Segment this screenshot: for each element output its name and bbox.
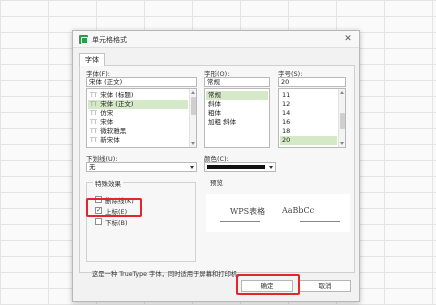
truetype-icon: TT: [90, 128, 98, 135]
dialog-title: 单元格格式: [92, 36, 127, 44]
scroll-down-icon[interactable]: [340, 142, 344, 145]
strikethrough-checkbox[interactable]: [95, 195, 102, 203]
scroll-up-icon[interactable]: [191, 91, 195, 94]
preview-box: WPS表格 AaBbCc: [206, 194, 350, 232]
chevron-down-icon: [269, 166, 273, 169]
size-list-item[interactable]: 14: [280, 109, 337, 118]
preview-baseline-right: [300, 221, 340, 222]
size-list-item-selected[interactable]: 20: [280, 136, 337, 145]
size-list-item[interactable]: 16: [280, 118, 337, 127]
font-list-item[interactable]: TT 新宋体: [88, 136, 188, 145]
preview-title: 预览: [208, 177, 225, 187]
preview-group: 预览 WPS表格 AaBbCc: [204, 177, 350, 262]
font-list-item[interactable]: TT 仿宋: [88, 109, 188, 118]
tab-font[interactable]: 字体: [79, 53, 105, 66]
preview-sample-en: AaBbCc: [282, 206, 315, 215]
cancel-button[interactable]: 取消: [299, 280, 351, 292]
style-list-item[interactable]: 斜体: [206, 100, 268, 109]
effects-group: 特殊效果 删除线(K) ✓ 上标(E) 下标(B): [86, 178, 196, 262]
scroll-down-icon[interactable]: [191, 142, 195, 145]
font-input[interactable]: 宋体 (正文): [86, 77, 197, 87]
font-tab-panel: 字体(F): 宋体 (正文) TT 宋体 (标题) TT 宋体 (正文) TT 仿宋 …: [79, 65, 355, 278]
preview-baseline-left: [220, 221, 260, 222]
scroll-thumb[interactable]: [191, 97, 196, 115]
style-input[interactable]: 常规: [204, 77, 270, 87]
scroll-up-icon[interactable]: [340, 91, 344, 94]
font-list-item[interactable]: TT 宋体: [88, 118, 188, 127]
style-list-item[interactable]: 加粗 斜体: [206, 118, 268, 127]
chevron-down-icon: [190, 166, 194, 169]
subscript-label: 下标(B): [105, 219, 128, 227]
underline-value: 无: [89, 163, 96, 171]
superscript-option[interactable]: ✓ 上标(E): [95, 206, 128, 216]
size-list-scrollbar[interactable]: [338, 89, 345, 147]
size-list[interactable]: 11 12 14 16 18 20: [278, 88, 346, 148]
font-list-item-selected[interactable]: TT 宋体 (正文): [88, 100, 188, 109]
font-list[interactable]: TT 宋体 (标题) TT 宋体 (正文) TT 仿宋 TT 宋体 TT 微软雅黑 TT 新…: [86, 88, 197, 148]
underline-select[interactable]: 无: [86, 162, 197, 172]
font-list-item[interactable]: TT 宋体 (标题): [88, 91, 188, 100]
color-swatch: [207, 165, 265, 169]
truetype-icon: TT: [90, 92, 98, 99]
format-cells-dialog: 单元格格式 ✕ 字体 字体(F): 宋体 (正文) TT 宋体 (标题) TT 宋体…: [72, 30, 360, 302]
scroll-thumb[interactable]: [340, 113, 345, 129]
font-list-scrollbar[interactable]: [189, 89, 196, 147]
wps-app-icon: [79, 35, 88, 44]
superscript-label: 上标(E): [105, 208, 128, 216]
effects-title: 特殊效果: [93, 178, 123, 188]
ok-button[interactable]: 确定: [241, 280, 293, 292]
style-list[interactable]: 常规 斜体 粗体 加粗 斜体: [204, 88, 270, 148]
size-input[interactable]: 20: [278, 77, 346, 87]
size-list-item[interactable]: 11: [280, 91, 337, 100]
truetype-icon: TT: [90, 119, 98, 126]
font-list-item[interactable]: TT 微软雅黑: [88, 127, 188, 136]
size-list-item[interactable]: 18: [280, 127, 337, 136]
close-icon[interactable]: ✕: [342, 33, 354, 45]
truetype-icon: TT: [90, 101, 98, 108]
style-list-item[interactable]: 粗体: [206, 109, 268, 118]
font-description: 这是一种 TrueType 字体，同时适用于屏幕和打印机。: [92, 271, 244, 278]
superscript-checkbox[interactable]: ✓: [95, 206, 102, 214]
size-list-item[interactable]: 12: [280, 100, 337, 109]
color-select[interactable]: [204, 162, 276, 172]
preview-sample-cn: WPS表格: [230, 207, 266, 216]
truetype-icon: TT: [90, 137, 98, 144]
subscript-option[interactable]: 下标(B): [95, 217, 128, 227]
strikethrough-option[interactable]: 删除线(K): [95, 195, 134, 205]
subscript-checkbox[interactable]: [95, 217, 102, 225]
style-list-item-selected[interactable]: 常规: [206, 91, 268, 100]
strikethrough-label: 删除线(K): [105, 197, 134, 205]
dialog-titlebar: 单元格格式 ✕: [73, 31, 359, 48]
truetype-icon: TT: [90, 110, 98, 117]
